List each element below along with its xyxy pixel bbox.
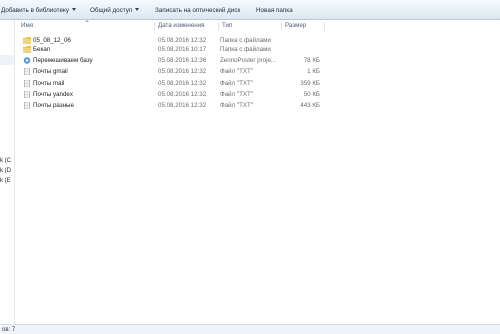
- add-to-library-button[interactable]: Добавить в библиотеку: [1, 6, 76, 16]
- file-size: [268, 45, 320, 54]
- file-row[interactable]: Почты mail 05.08.2016 12:32 Файл "TXT" 3…: [15, 79, 500, 88]
- file-name: Почты mail: [33, 80, 65, 87]
- file-name: 05_08_12_06: [33, 37, 71, 44]
- folder-icon: [23, 37, 31, 44]
- share-button[interactable]: Общий доступ: [90, 6, 140, 16]
- column-size[interactable]: Размер: [282, 20, 306, 32]
- file-date: 05.08.2016 10:17: [158, 46, 207, 53]
- nav-drive-e[interactable]: k (E: [0, 177, 15, 186]
- status-bar: ов: 7: [0, 324, 500, 334]
- file-name: Почты gmail: [33, 68, 68, 75]
- burn-disc-button[interactable]: Записать на оптический диск: [155, 6, 240, 16]
- file-name: Перемешиваем базу: [33, 57, 93, 64]
- file-size: 50 КБ: [303, 91, 320, 98]
- text-file-icon: [24, 80, 30, 87]
- file-size: [268, 36, 320, 45]
- text-file-icon: [24, 102, 30, 109]
- navigation-pane[interactable]: k (C k (D k (E: [0, 20, 15, 324]
- add-to-library-label: Добавить в библиотеку: [1, 7, 69, 14]
- file-size: 78 КБ: [303, 57, 320, 64]
- nav-drive-c[interactable]: k (C: [0, 157, 15, 166]
- file-name: Бекап: [33, 46, 51, 53]
- text-file-icon: [24, 68, 30, 75]
- column-date[interactable]: Дата изменения: [155, 20, 205, 32]
- command-toolbar: Добавить в библиотеку Общий доступ Запис…: [0, 0, 500, 20]
- file-row[interactable]: Бекап 05.08.2016 10:17 Папка с файлами: [15, 45, 500, 54]
- nav-drive-d[interactable]: k (D: [0, 167, 15, 176]
- column-type[interactable]: Тип: [219, 20, 232, 32]
- file-row[interactable]: Почты gmail 05.08.2016 12:32 Файл "TXT" …: [15, 67, 500, 76]
- new-folder-button[interactable]: Новая папка: [256, 6, 293, 16]
- file-row[interactable]: 05_08_12_06 05.08.2016 12:32 Папка с фай…: [15, 36, 500, 45]
- sort-indicator-icon: [85, 20, 89, 22]
- share-label: Общий доступ: [90, 7, 133, 14]
- file-size: 359 КБ: [300, 80, 320, 87]
- file-size: 443 КБ: [300, 102, 320, 109]
- burn-disc-label: Записать на оптический диск: [155, 7, 241, 14]
- file-date: 05.08.2016 12:32: [158, 91, 207, 98]
- file-date: 05.08.2016 12:32: [158, 37, 207, 44]
- file-size: 1 КБ: [307, 68, 320, 75]
- file-name: Почты yandex: [33, 91, 73, 98]
- zennoposter-project-icon: [23, 57, 31, 64]
- file-name: Почты разные: [33, 102, 74, 109]
- text-file-icon: [24, 91, 30, 98]
- item-count-text: ов: 7: [2, 327, 16, 333]
- column-header: Имя Дата изменения Тип Размер: [15, 20, 500, 32]
- file-row[interactable]: Почты разные 05.08.2016 12:32 Файл "TXT"…: [15, 101, 500, 110]
- column-name[interactable]: Имя: [18, 20, 33, 32]
- new-folder-label: Новая папка: [256, 7, 293, 14]
- file-date: 05.08.2016 12:32: [158, 68, 207, 75]
- file-date: 05.08.2016 12:36: [158, 57, 207, 64]
- chevron-down-icon: [71, 8, 76, 11]
- folder-icon: [23, 46, 31, 53]
- column-divider[interactable]: [324, 22, 325, 31]
- file-date: 05.08.2016 12:32: [158, 102, 207, 109]
- nav-selected-item[interactable]: [0, 55, 14, 65]
- file-date: 05.08.2016 12:32: [158, 80, 207, 87]
- chevron-down-icon: [135, 8, 140, 11]
- file-row[interactable]: Перемешиваем базу 05.08.2016 12:36 Zenno…: [15, 56, 500, 65]
- file-row[interactable]: Почты yandex 05.08.2016 12:32 Файл "TXT"…: [15, 90, 500, 99]
